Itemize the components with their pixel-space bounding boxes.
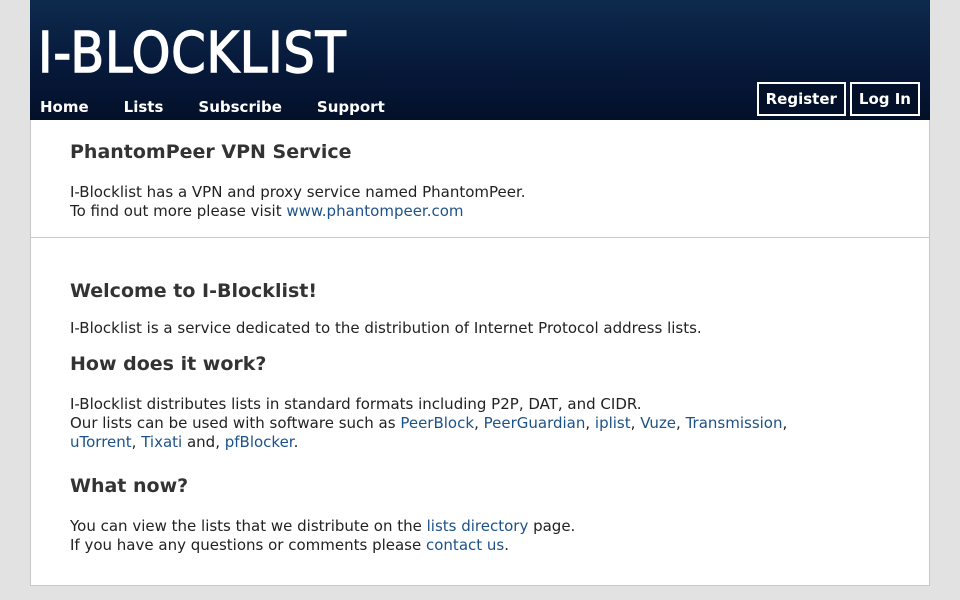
what-line2-suffix: . <box>504 536 510 554</box>
nav-support[interactable]: Support <box>317 97 385 117</box>
vpn-title: PhantomPeer VPN Service <box>70 141 352 163</box>
nav-subscribe[interactable]: Subscribe <box>198 97 282 117</box>
separator: and, <box>182 433 225 451</box>
site-logo[interactable]: I-BLOCKLIST <box>37 23 347 85</box>
site-header: I-BLOCKLIST Home Lists Subscribe Support… <box>30 0 930 120</box>
software-link-transmission[interactable]: Transmission <box>686 414 783 432</box>
separator: , <box>474 414 484 432</box>
software-link-vuze[interactable]: Vuze <box>640 414 676 432</box>
what-line2-text: If you have any questions or comments pl… <box>70 536 426 554</box>
software-link-tixati[interactable]: Tixati <box>141 433 182 451</box>
vpn-line2: To find out more please visit www.phanto… <box>70 202 909 221</box>
separator: , <box>676 414 686 432</box>
separator: . <box>293 433 299 451</box>
vpn-line1: I-Blocklist has a VPN and proxy service … <box>70 183 526 201</box>
vpn-content: PhantomPeer VPN Service I-Blocklist has … <box>70 139 909 221</box>
vpn-section: PhantomPeer VPN Service I-Blocklist has … <box>30 120 930 238</box>
nav-lists[interactable]: Lists <box>124 97 164 117</box>
welcome-text: I-Blocklist is a service dedicated to th… <box>70 319 702 337</box>
how-line2: Our lists can be used with software such… <box>70 414 909 452</box>
software-link-peerguardian[interactable]: PeerGuardian <box>484 414 586 432</box>
how-line1: I-Blocklist distributes lists in standar… <box>70 395 642 413</box>
software-link-utorrent[interactable]: uTorrent <box>70 433 132 451</box>
software-link-iplist[interactable]: iplist <box>595 414 631 432</box>
software-link-peerblock[interactable]: PeerBlock <box>400 414 474 432</box>
vpn-line2-text: To find out more please visit <box>70 202 287 220</box>
main-section: Welcome to I-Blocklist! I-Blocklist is a… <box>30 237 930 586</box>
what-line2: If you have any questions or comments pl… <box>70 536 909 555</box>
auth-buttons: Register Log In <box>756 82 920 116</box>
what-line1-text: You can view the lists that we distribut… <box>70 517 427 535</box>
what-line1: You can view the lists that we distribut… <box>70 517 909 536</box>
register-button[interactable]: Register <box>756 82 846 116</box>
separator: , <box>131 433 142 451</box>
separator: , <box>630 414 641 432</box>
main-nav: Home Lists Subscribe Support <box>40 97 420 117</box>
separator: , <box>585 414 595 432</box>
lists-directory-link[interactable]: lists directory <box>427 517 529 535</box>
how-title: How does it work? <box>70 353 267 375</box>
phantompeer-link[interactable]: www.phantompeer.com <box>286 202 463 220</box>
main-content: Welcome to I-Blocklist! I-Blocklist is a… <box>70 278 909 555</box>
login-button[interactable]: Log In <box>849 82 920 116</box>
page: I-BLOCKLIST Home Lists Subscribe Support… <box>30 0 930 600</box>
what-line1-suffix: page. <box>528 517 576 535</box>
welcome-title: Welcome to I-Blocklist! <box>70 280 318 302</box>
how-line2-text: Our lists can be used with software such… <box>70 414 401 432</box>
software-link-pfblocker[interactable]: pfBlocker <box>225 433 294 451</box>
nav-home[interactable]: Home <box>40 97 89 117</box>
separator: , <box>782 414 788 432</box>
contact-us-link[interactable]: contact us <box>426 536 504 554</box>
what-title: What now? <box>70 475 189 497</box>
